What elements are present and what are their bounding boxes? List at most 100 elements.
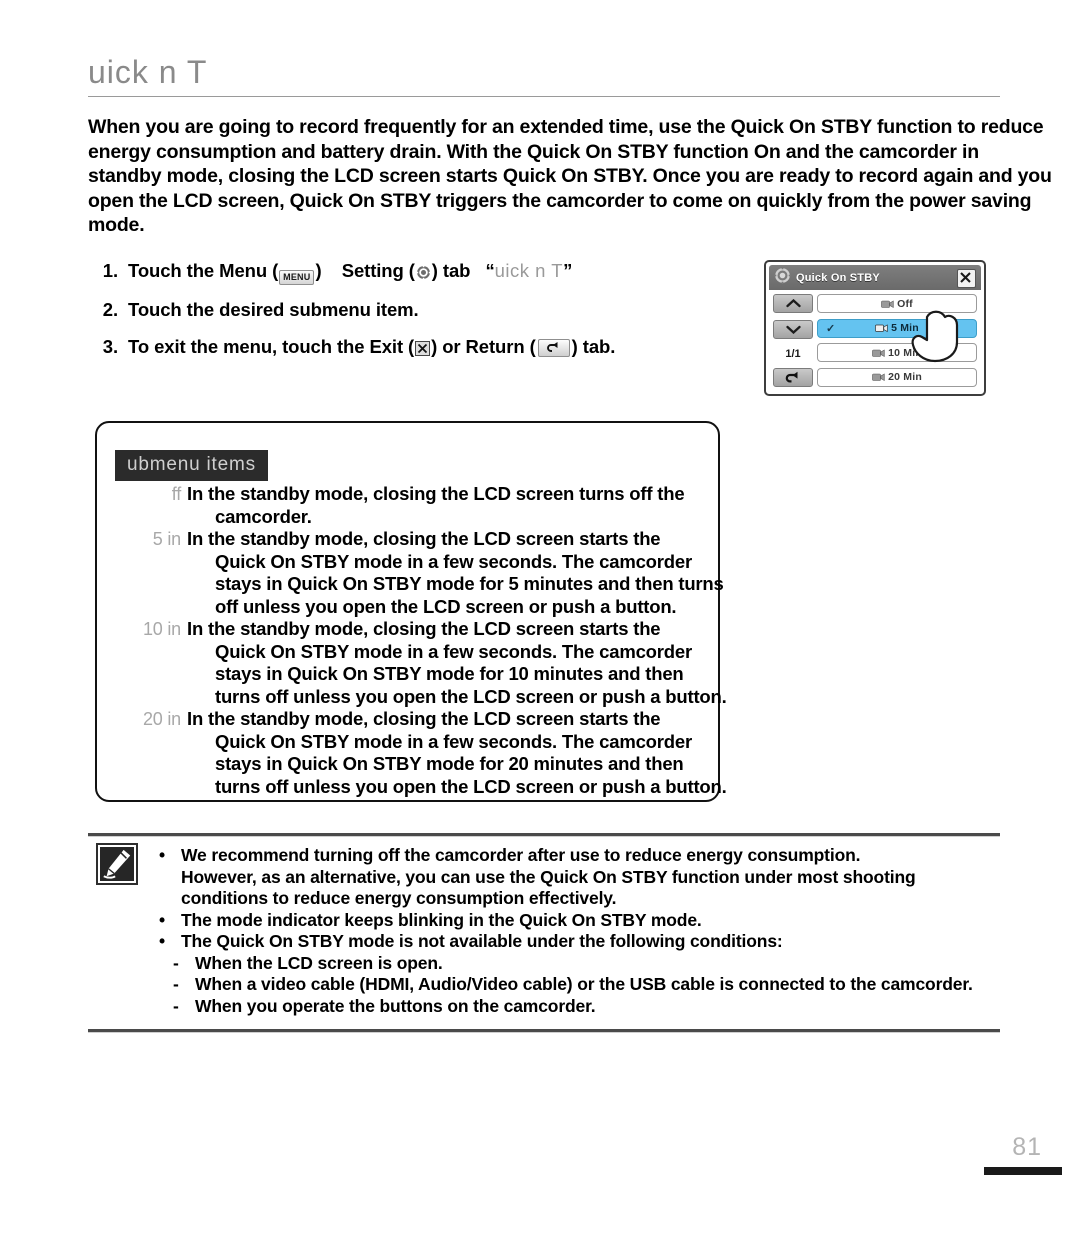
submenu-row-20min: 20 in In the standby mode, closing the L… bbox=[133, 708, 773, 798]
submenu-desc-line: camcorder. bbox=[215, 505, 312, 527]
note-subitem-text: When you operate the buttons on the camc… bbox=[195, 995, 596, 1016]
submenu-desc-line: off unless you open the LCD screen or pu… bbox=[215, 595, 677, 617]
submenu-desc-line: Quick On STBY mode in a few seconds. The… bbox=[215, 730, 692, 752]
note-item-2: • The mode indicator keeps blinking in t… bbox=[155, 910, 1055, 932]
submenu-row-10min: 10 in In the standby mode, closing the L… bbox=[133, 618, 773, 708]
notes-list: • We recommend turning off the camcorder… bbox=[155, 845, 1055, 1017]
step-3-mid: ) or Return ( bbox=[431, 336, 536, 357]
menu-button-icon: MENU bbox=[279, 270, 315, 285]
lcd-option-off[interactable]: Off bbox=[817, 294, 977, 313]
lcd-return-button[interactable] bbox=[773, 367, 813, 387]
lcd-body: 1/1 Off ✓ 5 Min 10 Min 20 Min bbox=[769, 290, 981, 391]
dash-marker: - bbox=[173, 974, 179, 994]
lcd-option-label: 20 Min bbox=[888, 371, 922, 384]
note-text: The Quick On STBY mode is not available … bbox=[181, 931, 783, 951]
submenu-row-key: 5 in bbox=[152, 529, 181, 549]
submenu-row-key: 10 in bbox=[142, 619, 181, 639]
submenu-desc-line: turns off unless you open the LCD screen… bbox=[215, 685, 727, 707]
note-subitem-text: When a video cable (HDMI, Audio/Video ca… bbox=[195, 974, 973, 994]
submenu-row-off: ff In the standby mode, closing the LCD … bbox=[133, 483, 773, 528]
quote-close: ” bbox=[563, 260, 573, 281]
bullet-marker: • bbox=[159, 909, 165, 930]
step-2: 2. Touch the desired submenu item. bbox=[90, 297, 750, 322]
lcd-screen-inner: Quick On STBY 1/1 Off ✓ 5 Min 10 Min 20 … bbox=[769, 265, 981, 391]
step-3-post: ) tab. bbox=[571, 336, 616, 357]
submenu-row-desc: In the standby mode, closing the LCD scr… bbox=[187, 528, 773, 618]
note-subitem-text: When the LCD screen is open. bbox=[195, 952, 443, 973]
step-3: 3. To exit the menu, touch the Exit ( ) o… bbox=[90, 334, 750, 359]
submenu-row-desc: In the standby mode, closing the LCD scr… bbox=[187, 618, 773, 708]
quote-open: “ bbox=[485, 260, 495, 281]
page-footer-bar bbox=[984, 1167, 1062, 1175]
step-3-number: 3. bbox=[102, 336, 118, 357]
camcorder-icon bbox=[872, 372, 885, 382]
note-item-3: • The Quick On STBY mode is not availabl… bbox=[155, 931, 1055, 953]
step-1-post: ) tab bbox=[431, 260, 471, 281]
submenu-row-desc: In the standby mode, closing the LCD scr… bbox=[187, 708, 773, 798]
submenu-desc-line: turns off unless you open the LCD screen… bbox=[215, 775, 727, 797]
check-icon: ✓ bbox=[826, 322, 836, 335]
intro-paragraph: When you are going to record frequently … bbox=[88, 116, 1052, 236]
submenu-items-heading: ubmenu items bbox=[115, 450, 268, 481]
submenu-desc-line: In the standby mode, closing the LCD scr… bbox=[187, 618, 661, 639]
scroll-up-button[interactable] bbox=[773, 294, 813, 313]
close-icon[interactable] bbox=[957, 269, 976, 288]
note-line: We recommend turning off the camcorder a… bbox=[181, 845, 861, 865]
note-divider-top bbox=[88, 833, 1000, 837]
bullet-marker: • bbox=[159, 931, 165, 951]
page-header: uick n T bbox=[88, 52, 1000, 92]
lcd-option-10min[interactable]: 10 Min bbox=[817, 343, 977, 363]
bullet-marker: • bbox=[159, 845, 165, 865]
exit-icon bbox=[415, 337, 431, 356]
note-text: We recommend turning off the camcorder a… bbox=[181, 845, 1055, 910]
lcd-option-label: 5 Min bbox=[891, 322, 919, 335]
lcd-page-indicator: 1/1 bbox=[785, 347, 801, 360]
lcd-option-list: Off ✓ 5 Min 10 Min 20 Min bbox=[817, 290, 981, 391]
lcd-option-20min[interactable]: 20 Min bbox=[817, 367, 977, 387]
lcd-title: Quick On STBY bbox=[796, 271, 880, 284]
step-1-number: 1. bbox=[102, 260, 118, 281]
note-line: conditions to reduce energy consumption … bbox=[181, 888, 617, 908]
scroll-down-button[interactable] bbox=[773, 320, 813, 340]
note-text: The mode indicator keeps blinking in the… bbox=[181, 909, 702, 930]
step-1-text: Touch the Menu (MENU) Setting () tab “ui… bbox=[128, 258, 750, 285]
note-icon-inner bbox=[100, 847, 134, 881]
step-3-prefix: To exit the menu, touch the Exit ( bbox=[128, 336, 415, 357]
step-1-mid: ) bbox=[315, 260, 322, 281]
submenu-desc-line: In the standby mode, closing the LCD scr… bbox=[187, 483, 685, 504]
lcd-screen-preview: Quick On STBY 1/1 Off ✓ 5 Min 10 Min 20 … bbox=[764, 260, 986, 396]
submenu-desc-line: In the standby mode, closing the LCD scr… bbox=[187, 708, 661, 729]
lcd-option-5min[interactable]: ✓ 5 Min bbox=[817, 318, 977, 338]
step-2-number: 2. bbox=[102, 299, 118, 320]
submenu-items-list: ff In the standby mode, closing the LCD … bbox=[133, 483, 773, 798]
note-subitem-3: - When you operate the buttons on the ca… bbox=[155, 996, 1055, 1018]
lcd-option-label: Off bbox=[897, 297, 913, 310]
submenu-desc-line: In the standby mode, closing the LCD scr… bbox=[187, 528, 661, 549]
camcorder-icon bbox=[872, 348, 885, 358]
title-divider bbox=[88, 96, 1000, 97]
submenu-desc-line: stays in Quick On STBY mode for 10 minut… bbox=[215, 663, 684, 684]
note-divider-bottom bbox=[88, 1029, 1000, 1033]
camcorder-icon bbox=[881, 299, 894, 309]
submenu-row-5min: 5 in In the standby mode, closing the LC… bbox=[133, 528, 773, 618]
step-1-setting-label: Setting ( bbox=[341, 260, 415, 281]
note-pencil-icon bbox=[96, 843, 138, 885]
step-1: 1. Touch the Menu (MENU) Setting () tab … bbox=[90, 258, 750, 285]
note-subitem-1: - When the LCD screen is open. bbox=[155, 953, 1055, 975]
dash-marker: - bbox=[173, 995, 179, 1016]
note-line: However, as an alternative, you can use … bbox=[181, 866, 916, 887]
steps-list: 1. Touch the Menu (MENU) Setting () tab … bbox=[90, 258, 750, 371]
page-title: uick n T bbox=[88, 54, 208, 90]
gear-icon bbox=[774, 266, 791, 289]
lcd-option-label: 10 Min bbox=[888, 346, 922, 359]
step-2-text: Touch the desired submenu item. bbox=[128, 299, 419, 320]
step-1-prefix: Touch the Menu ( bbox=[128, 260, 279, 281]
submenu-desc-line: stays in Quick On STBY mode for 5 minute… bbox=[215, 573, 724, 594]
camcorder-icon bbox=[875, 323, 888, 333]
submenu-row-key: ff bbox=[171, 484, 181, 504]
gear-icon bbox=[415, 261, 431, 280]
lcd-titlebar: Quick On STBY bbox=[769, 265, 981, 290]
lcd-side-controls: 1/1 bbox=[769, 290, 817, 391]
submenu-desc-line: stays in Quick On STBY mode for 20 minut… bbox=[215, 753, 684, 774]
note-item-1: • We recommend turning off the camcorder… bbox=[155, 845, 1055, 910]
